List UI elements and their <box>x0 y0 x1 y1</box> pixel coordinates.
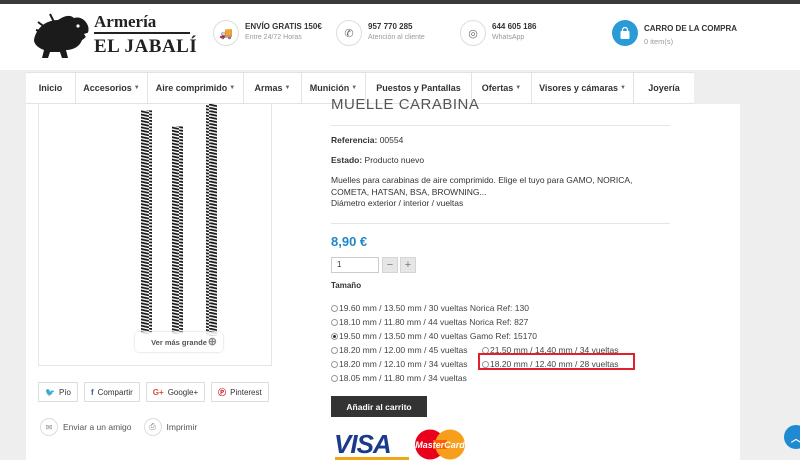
phone-icon: ✆ <box>336 20 362 46</box>
share-google-plus-button[interactable]: G+ Google+ <box>145 382 206 402</box>
print-icon: ⎙ <box>143 418 162 436</box>
radio-button[interactable] <box>331 304 338 312</box>
send-to-friend-link[interactable]: ✉ Enviar a un amigo <box>40 418 132 436</box>
size-option[interactable]: 18.05 mm / 11.80 mm / 34 vueltas <box>331 373 467 383</box>
zoom-button[interactable]: Ver más grande ⊕ <box>135 332 223 352</box>
mastercard-logo: MasterCard <box>415 429 465 460</box>
product-description: Muelles para carabinas de aire comprimid… <box>331 175 633 208</box>
site-logo[interactable]: Armería EL JABALÍ <box>30 10 200 64</box>
google-plus-icon: G+ <box>152 387 164 397</box>
pinterest-icon: Ⓟ <box>218 387 227 397</box>
whatsapp-subtitle: WhatsApp <box>492 34 525 41</box>
share-facebook-button[interactable]: f Compartir <box>83 382 140 402</box>
radio-button[interactable] <box>331 374 338 382</box>
scroll-to-top-button[interactable]: ︿ <box>784 425 800 449</box>
chevron-down-icon: ▼ <box>229 85 236 91</box>
size-option[interactable]: 19.50 mm / 13.50 mm / 40 vueltas Gamo Re… <box>331 331 537 341</box>
chevron-down-icon: ▼ <box>351 85 358 91</box>
boar-logo-icon <box>34 13 90 58</box>
chevron-down-icon: ▼ <box>284 85 291 91</box>
payment-logos: VISA MasterCard <box>331 429 471 460</box>
twitter-icon: 🐦 <box>45 387 55 397</box>
divider <box>331 223 670 224</box>
nav-item-inicio[interactable]: Inicio <box>26 73 76 103</box>
phone-subtitle: Atención al cliente <box>368 34 425 41</box>
quantity-input[interactable]: 1 <box>331 257 379 273</box>
shopping-bag-icon <box>612 20 638 46</box>
product-reference: Referencia: 00554 <box>331 135 404 145</box>
envelope-icon: ✉ <box>40 418 58 436</box>
print-link[interactable]: ⎙ Imprimir <box>143 418 197 436</box>
radio-button[interactable] <box>331 318 338 326</box>
nav-item-ofertas[interactable]: Ofertas ▼ <box>472 73 532 103</box>
nav-item-armas[interactable]: Armas ▼ <box>244 73 302 103</box>
site-header: Armería EL JABALÍ 🚚 ENVÍO GRATIS 150€ En… <box>0 4 800 70</box>
facebook-icon: f <box>90 387 94 397</box>
nav-item-aire-comprimido[interactable]: Aire comprimido ▼ <box>148 73 244 103</box>
brand-line-2: EL JABALÍ <box>94 36 198 57</box>
shipping-title: ENVÍO GRATIS 150€ <box>245 22 322 31</box>
phone-number[interactable]: 957 770 285 <box>368 22 413 31</box>
divider <box>331 125 670 126</box>
product-condition: Estado: Producto nuevo <box>331 155 425 165</box>
whatsapp-number[interactable]: 644 605 186 <box>492 22 537 31</box>
product-page: Ver más grande ⊕ 🐦 Pío f Compartir G+ Googl… <box>26 96 740 460</box>
product-price: 8,90 € <box>331 234 368 249</box>
page-actions: ✉ Enviar a un amigo ⎙ Imprimir <box>40 418 197 436</box>
product-title: MUELLE CARABINA <box>331 96 480 113</box>
share-twitter-button[interactable]: 🐦 Pío <box>38 382 78 402</box>
chevron-down-icon: ▼ <box>515 85 522 91</box>
whatsapp-icon: ◎ <box>460 20 486 46</box>
product-image[interactable]: Ver más grande ⊕ <box>38 104 272 366</box>
mastercard-text: MasterCard <box>415 440 465 450</box>
size-option[interactable]: 19.60 mm / 13.50 mm / 30 vueltas Norica … <box>331 303 529 313</box>
cart-count: 0 item(s) <box>644 37 674 46</box>
size-option[interactable]: 18.10 mm / 11.80 mm / 44 vueltas Norica … <box>331 317 528 327</box>
quantity-increase-button[interactable]: + <box>400 257 416 273</box>
radio-button[interactable] <box>331 360 338 368</box>
chevron-down-icon: ▼ <box>619 85 626 91</box>
brand-divider <box>94 32 190 34</box>
zoom-icon: ⊕ <box>207 336 217 348</box>
size-option[interactable]: 18.20 mm / 12.10 mm / 34 vueltas <box>331 359 468 369</box>
size-label: Tamaño <box>331 281 362 290</box>
minus-icon: − <box>386 259 394 271</box>
truck-icon: 🚚 <box>213 20 239 46</box>
share-pinterest-button[interactable]: Ⓟ Pinterest <box>211 382 269 402</box>
cart-title: CARRO DE LA COMPRA <box>644 24 738 33</box>
nav-item-accesorios[interactable]: Accesorios ▼ <box>76 73 148 103</box>
shipping-subtitle: Entre 24/72 Horas <box>245 34 302 41</box>
size-option[interactable]: 18.20 mm / 12.00 mm / 45 vueltas <box>331 345 468 355</box>
nav-item-visores-camaras[interactable]: Visores y cámaras ▼ <box>532 73 634 103</box>
brand-line-1: Armería <box>94 12 157 31</box>
visa-logo: VISA <box>334 429 392 459</box>
radio-button-selected[interactable] <box>331 332 338 340</box>
highlight-box <box>478 353 635 370</box>
share-bar: 🐦 Pío f Compartir G+ Google+ Ⓟ Pinterest <box>38 382 269 402</box>
quantity-decrease-button[interactable]: − <box>382 257 398 273</box>
chevron-down-icon: ▼ <box>133 85 140 91</box>
chevron-up-icon: ︿ <box>791 433 800 445</box>
plus-icon: + <box>404 259 412 271</box>
radio-button[interactable] <box>331 346 338 354</box>
add-to-cart-button[interactable]: Añadir al carrito <box>331 396 427 417</box>
springs-illustration <box>141 104 217 336</box>
nav-item-joyeria[interactable]: Joyería <box>634 73 694 103</box>
